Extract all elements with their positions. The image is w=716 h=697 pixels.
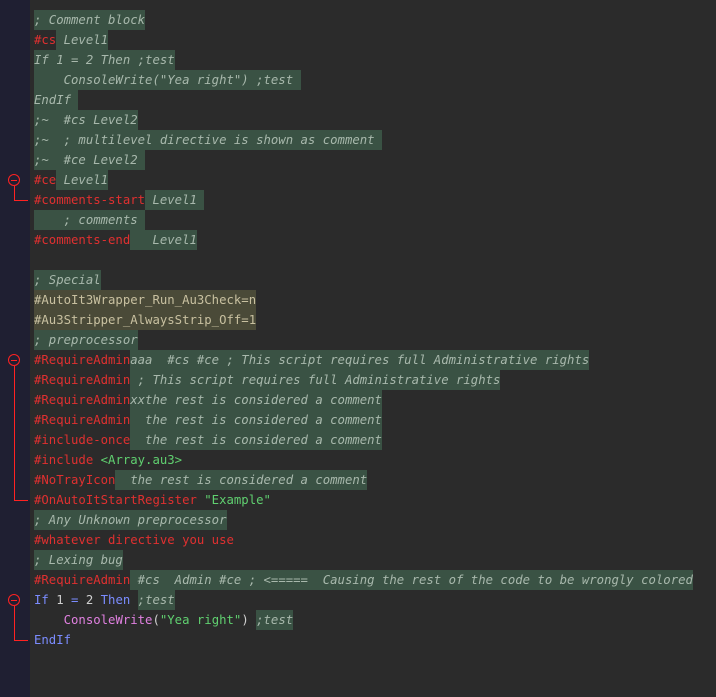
code-line[interactable]: #RequireAdmin #cs Admin #ce ; <===== Cau… [34, 570, 716, 590]
code-line[interactable]: #comments-end Level1 [34, 230, 716, 250]
code-editor[interactable]: ; Comment block #cs Level1 If 1 = 2 Then ;… [0, 0, 716, 697]
code-token: #include-once [34, 433, 131, 447]
code-token: #OnAutoItStartRegister [34, 493, 205, 507]
code-line[interactable]: #include-once the rest is considered a c… [34, 430, 716, 450]
code-token: ; This script requires full Administrati… [130, 370, 501, 390]
code-token: #RequireAdmin [34, 373, 131, 387]
code-line[interactable]: #NoTrayIcon the rest is considered a com… [34, 470, 716, 490]
code-token: the rest is considered a comment [115, 470, 368, 490]
code-line[interactable]: #Au3Stripper_AlwaysStrip_Off=1 [34, 310, 716, 330]
code-token: ConsoleWrite("Yea right") ;test [34, 70, 301, 90]
code-line[interactable]: ; Special [34, 270, 716, 290]
code-token: Level1 [56, 30, 109, 50]
code-line[interactable]: #include <Array.au3> [34, 450, 716, 470]
code-line[interactable]: ; Any Unknown preprocessor [34, 510, 716, 530]
code-token: #NoTrayIcon [34, 473, 116, 487]
fold-guide [14, 186, 15, 200]
code-line[interactable]: ; comments [34, 210, 716, 230]
code-lines[interactable]: ; Comment block #cs Level1 If 1 = 2 Then ;… [34, 10, 716, 650]
code-line[interactable]: #ce Level1 [34, 170, 716, 190]
fold-toggle-icon[interactable] [8, 174, 20, 186]
code-token: ;~ ; multilevel directive is shown as co… [34, 130, 382, 150]
code-token: #ce [34, 173, 57, 187]
code-token: <Array.au3> [100, 453, 183, 467]
code-line[interactable] [34, 250, 716, 270]
fold-toggle-icon[interactable] [8, 354, 20, 366]
code-token: If [34, 593, 57, 607]
code-token: #Au3Stripper_AlwaysStrip_Off=1 [34, 310, 257, 330]
code-token: ;test [256, 610, 294, 630]
code-line[interactable]: #RequireAdminxxthe rest is considered a … [34, 390, 716, 410]
code-token: xxthe rest is considered a comment [130, 390, 382, 410]
fold-end-marker [14, 640, 28, 641]
code-line[interactable]: ; Comment block [34, 10, 716, 30]
code-token: 1 [56, 593, 64, 607]
code-token: ; comments [34, 210, 146, 230]
code-token: #include [34, 453, 101, 467]
code-token: ConsoleWrite [63, 613, 153, 627]
code-line[interactable]: ; preprocessor [34, 330, 716, 350]
code-line[interactable]: #comments-start Level1 [34, 190, 716, 210]
code-token: #whatever directive you use [34, 533, 234, 547]
code-token: ;~ #ce Level2 [34, 150, 146, 170]
code-line[interactable]: EndIf [34, 630, 716, 650]
code-line[interactable]: #RequireAdminaaa #cs #ce ; This script r… [34, 350, 716, 370]
code-token: ) [241, 613, 257, 627]
code-line[interactable]: #cs Level1 [34, 30, 716, 50]
code-line[interactable]: #RequireAdmin ; This script requires ful… [34, 370, 716, 390]
code-line[interactable]: #AutoIt3Wrapper_Run_Au3Check=n [34, 290, 716, 310]
code-token: ; Lexing bug [34, 550, 123, 570]
code-token: "Example" [204, 493, 271, 507]
code-token: ;~ #cs Level2 [34, 110, 138, 130]
code-token: the rest is considered a comment [130, 410, 382, 430]
code-line[interactable]: ;~ ; multilevel directive is shown as co… [34, 130, 716, 150]
code-token: #cs [34, 33, 57, 47]
code-line[interactable]: EndIf [34, 90, 716, 110]
fold-end-marker [14, 200, 28, 201]
code-token: the rest is considered a comment [130, 430, 382, 450]
code-line[interactable]: #OnAutoItStartRegister "Example" [34, 490, 716, 510]
code-token: #RequireAdmin [34, 413, 131, 427]
code-token: "Yea right" [159, 613, 242, 627]
code-line[interactable]: ConsoleWrite("Yea right") ;test [34, 70, 716, 90]
code-line[interactable]: ;~ #cs Level2 [34, 110, 716, 130]
code-line[interactable]: #whatever directive you use [34, 530, 716, 550]
code-token: #RequireAdmin [34, 353, 131, 367]
fold-gutter [0, 0, 30, 697]
fold-end-marker [14, 500, 28, 501]
code-token: #comments-end [34, 233, 131, 247]
code-token: ( [152, 613, 160, 627]
code-token: EndIf [34, 90, 79, 110]
code-token: ; Special [34, 270, 101, 290]
code-token: If 1 = 2 Then ;test [34, 50, 175, 70]
code-token: Level1 [145, 190, 205, 210]
fold-guide [14, 366, 15, 500]
code-token: ; preprocessor [34, 330, 138, 350]
code-token: 2 [85, 593, 94, 607]
code-token: #AutoIt3Wrapper_Run_Au3Check=n [34, 290, 257, 310]
code-line[interactable]: #RequireAdmin the rest is considered a c… [34, 410, 716, 430]
fold-toggle-icon[interactable] [8, 594, 20, 606]
fold-guide [14, 606, 15, 640]
code-token: Level1 [56, 170, 109, 190]
code-line[interactable]: If 1 = 2 Then ;test [34, 590, 716, 610]
code-token: aaa #cs #ce ; This script requires full … [130, 350, 590, 370]
code-line[interactable]: If 1 = 2 Then ;test [34, 50, 716, 70]
code-token: #RequireAdmin [34, 573, 131, 587]
code-line[interactable]: ;~ #ce Level2 [34, 150, 716, 170]
code-line[interactable]: ConsoleWrite("Yea right") ;test [34, 610, 716, 630]
code-line[interactable]: ; Lexing bug [34, 550, 716, 570]
code-token: ;test [137, 590, 175, 610]
code-token: #comments-start [34, 193, 146, 207]
code-token: EndIf [34, 633, 72, 647]
code-token: Then [93, 593, 138, 607]
code-token: #RequireAdmin [34, 393, 131, 407]
code-token: #cs Admin #ce ; <===== Causing the rest … [130, 570, 693, 590]
code-token: ; Comment block [34, 10, 146, 30]
code-token: = [63, 593, 86, 607]
code-token: Level1 [130, 230, 197, 250]
code-token: ; Any Unknown preprocessor [34, 510, 227, 530]
